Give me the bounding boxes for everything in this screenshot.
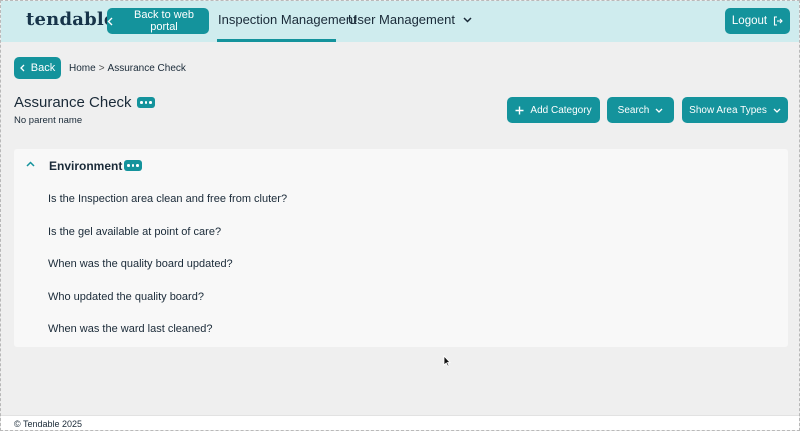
chevron-down-icon — [655, 108, 663, 113]
logout-button[interactable]: Logout — [725, 8, 790, 34]
question-item[interactable]: Is the gel available at point of care? — [48, 225, 287, 258]
tendable-logo[interactable]: tendable — [26, 9, 116, 30]
more-dot-icon — [127, 164, 130, 167]
chevron-left-icon — [19, 64, 25, 72]
question-item[interactable]: When was the ward last cleaned? — [48, 322, 287, 355]
breadcrumb-separator: > — [98, 63, 105, 74]
category-more-options-button[interactable] — [124, 160, 142, 171]
question-item[interactable]: Is the Inspection area clean and free fr… — [48, 192, 287, 225]
breadcrumb: Home > Assurance Check — [69, 63, 186, 74]
title-more-options-button[interactable] — [137, 97, 155, 108]
chevron-left-icon — [107, 17, 113, 26]
logout-icon — [773, 16, 783, 26]
back-to-web-portal-button[interactable]: Back to web portal — [107, 8, 209, 34]
breadcrumb-home[interactable]: Home — [69, 63, 96, 74]
top-header: tendable Back to web portal Inspection M… — [1, 1, 799, 42]
back-label: Back — [30, 62, 56, 74]
more-dot-icon — [140, 101, 143, 104]
add-category-label: Add Category — [530, 104, 592, 116]
question-list: Is the Inspection area clean and free fr… — [48, 192, 287, 355]
page-title: Assurance Check — [14, 94, 132, 111]
footer: © Tendable 2025 — [1, 415, 799, 430]
more-dot-icon — [136, 164, 139, 167]
more-dot-icon — [149, 101, 152, 104]
chevron-down-icon — [773, 108, 781, 113]
search-dropdown-button[interactable]: Search — [607, 97, 674, 123]
logout-label: Logout — [731, 15, 768, 27]
chevron-up-icon[interactable] — [26, 161, 35, 167]
nav-inspection-management[interactable]: Inspection Management — [218, 12, 357, 27]
back-to-web-portal-label: Back to web portal — [134, 9, 194, 33]
mouse-cursor-icon — [443, 354, 451, 372]
search-label: Search — [617, 104, 650, 116]
parent-name-subtitle: No parent name — [14, 115, 83, 126]
chevron-down-icon — [463, 16, 472, 23]
more-dot-icon — [131, 164, 135, 167]
question-item[interactable]: Who updated the quality board? — [48, 290, 287, 323]
category-panel: Environment Is the Inspection area clean… — [14, 149, 788, 347]
copyright-text: © Tendable 2025 — [14, 419, 83, 429]
add-category-button[interactable]: Add Category — [507, 97, 600, 123]
show-area-types-button[interactable]: Show Area Types — [682, 97, 788, 123]
active-nav-indicator — [217, 39, 336, 42]
plus-icon — [515, 106, 524, 115]
category-header[interactable]: Environment — [14, 149, 788, 183]
page: tendable Back to web portal Inspection M… — [0, 0, 800, 431]
back-button[interactable]: Back — [14, 57, 61, 79]
nav-user-management-label: User Management — [348, 12, 455, 27]
category-title: Environment — [49, 159, 123, 173]
breadcrumb-current: Assurance Check — [107, 63, 186, 74]
question-item[interactable]: When was the quality board updated? — [48, 257, 287, 290]
show-area-types-label: Show Area Types — [689, 104, 767, 116]
nav-user-management[interactable]: User Management — [348, 12, 472, 27]
more-dot-icon — [144, 101, 148, 104]
